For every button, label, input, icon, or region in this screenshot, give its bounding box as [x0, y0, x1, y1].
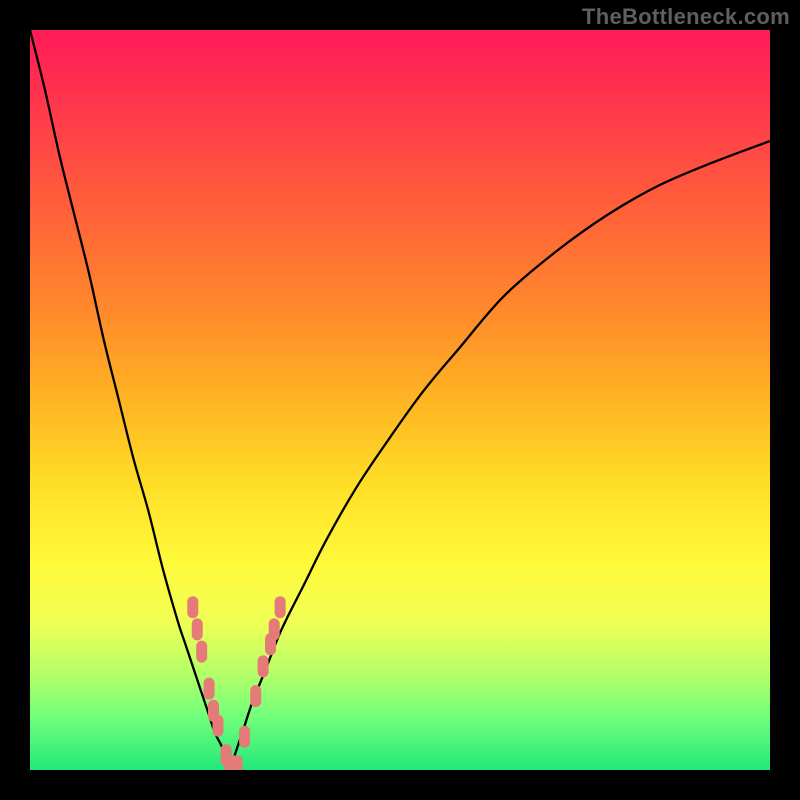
data-marker — [204, 678, 215, 700]
data-marker — [275, 596, 286, 618]
data-marker — [258, 655, 269, 677]
marker-group — [187, 596, 285, 770]
data-marker — [212, 715, 223, 737]
data-marker — [232, 755, 243, 770]
data-marker — [269, 618, 280, 640]
watermark-text: TheBottleneck.com — [582, 4, 790, 30]
data-marker — [250, 685, 261, 707]
data-marker — [239, 726, 250, 748]
plot-area — [30, 30, 770, 770]
curve-layer — [30, 30, 770, 770]
data-marker — [192, 618, 203, 640]
right-branch-curve — [230, 141, 770, 770]
data-marker — [187, 596, 198, 618]
data-marker — [196, 641, 207, 663]
chart-container: TheBottleneck.com — [0, 0, 800, 800]
